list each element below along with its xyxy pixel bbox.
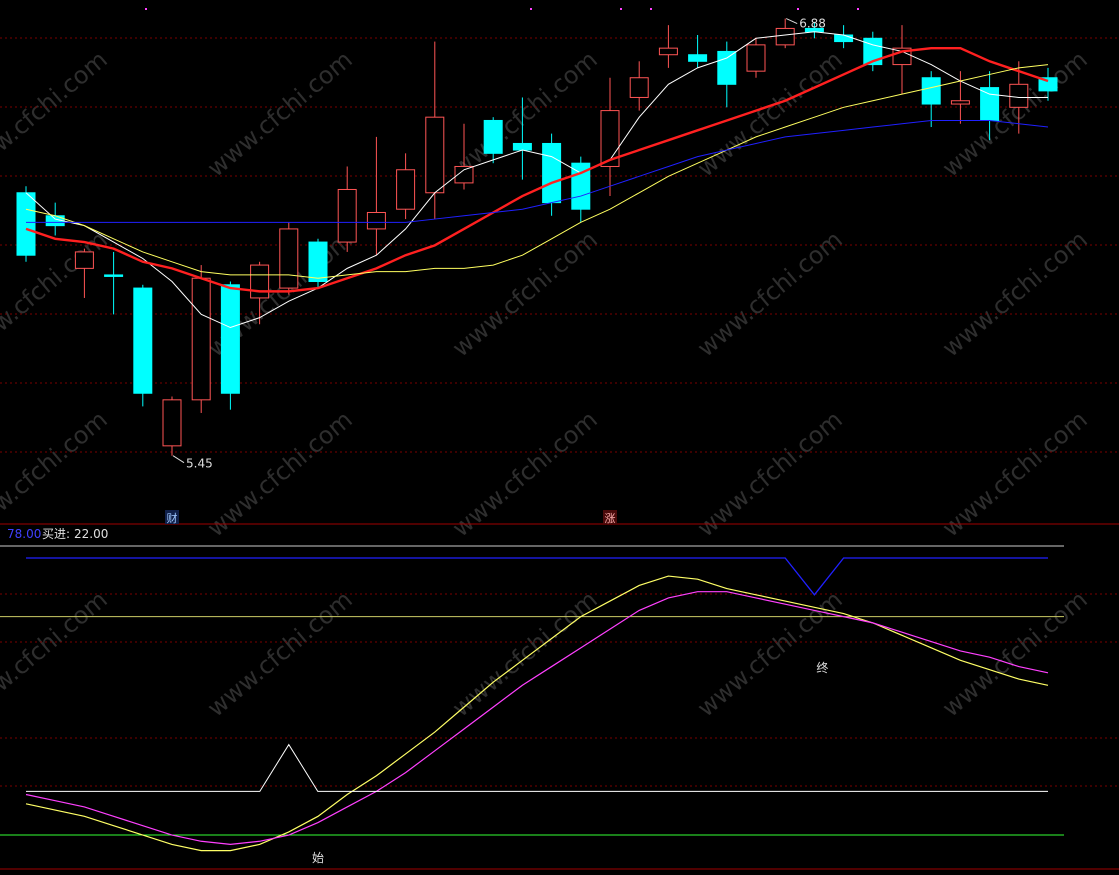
indicator-lines: [25, 557, 1049, 852]
candle-body-up: [950, 100, 970, 105]
candle: [775, 18, 795, 49]
candle: [688, 35, 708, 68]
watermark-text: www.cfchi.com: [447, 225, 603, 362]
candle: [571, 156, 591, 223]
watermark-text: www.cfchi.com: [202, 405, 358, 542]
candle: [629, 61, 649, 111]
ma-line-ma_longest: [26, 119, 1049, 223]
candle: [279, 222, 299, 295]
candle-body-down: [512, 142, 532, 151]
indicator-line-kd_k: [25, 575, 1049, 852]
candle-body-down: [688, 54, 708, 62]
candle: [658, 25, 678, 68]
watermark-text: www.cfchi.com: [447, 405, 603, 542]
watermark-text: www.cfchi.com: [692, 405, 848, 542]
watermark-text: www.cfchi.com: [0, 45, 113, 182]
top-marker-dot: [857, 8, 859, 10]
indicator-header-value: 78.00: [7, 527, 41, 541]
candle-body-down: [980, 87, 1000, 121]
candle: [133, 284, 153, 407]
watermark-text: www.cfchi.com: [0, 585, 113, 722]
candle: [337, 166, 357, 252]
candle-body-up: [1009, 83, 1029, 108]
indicator-header-label: 买进:: [42, 527, 70, 541]
candle-body-up: [629, 77, 649, 98]
watermark-text: www.cfchi.com: [447, 45, 603, 182]
candle-body-up: [396, 169, 416, 210]
low-price-label: 5.45: [186, 457, 213, 471]
candle: [892, 25, 912, 95]
candle-body-up: [366, 211, 386, 230]
candle-body-down: [717, 50, 737, 85]
candle: [104, 251, 124, 315]
end-marker: 终: [816, 660, 828, 675]
candle-body-down: [220, 284, 240, 394]
watermark-text: www.cfchi.com: [692, 585, 848, 722]
watermark-text: www.cfchi.com: [937, 585, 1093, 722]
candle: [191, 265, 211, 413]
candle-body-down: [483, 119, 503, 154]
event-badge-text: 涨: [605, 512, 616, 525]
candle: [921, 71, 941, 128]
candle-body-down: [834, 34, 854, 43]
start-marker: 始: [312, 851, 324, 865]
chart-window: www.cfchi.com www.cfchi.com www.cfchi.com w…: [0, 0, 1119, 871]
candle: [600, 77, 620, 197]
candle-body-up: [279, 228, 299, 289]
low-price-pointer: [172, 455, 185, 464]
watermark-text: www.cfchi.com: [0, 405, 113, 542]
candle-body-up: [337, 188, 357, 243]
candle: [717, 41, 737, 108]
signal-line-buy: [26, 743, 1048, 792]
candle: [16, 186, 36, 262]
watermark-text: www.cfchi.com: [202, 585, 358, 722]
candle-body-down: [104, 274, 124, 277]
kline-chart: www.cfchi.com www.cfchi.com www.cfchi.com w…: [0, 8, 1119, 870]
watermark-text: www.cfchi.com: [202, 45, 358, 182]
candle-body-up: [162, 399, 182, 447]
candle-body-up: [775, 27, 795, 46]
candle: [396, 153, 416, 220]
high-price-label: 6.88: [799, 17, 826, 31]
watermark-text: www.cfchi.com: [937, 405, 1093, 542]
candle-body-down: [133, 287, 153, 394]
candle: [162, 396, 182, 456]
candle: [542, 133, 562, 216]
candle-body-up: [250, 264, 270, 299]
event-badge-text: 财: [167, 511, 178, 525]
candle-body-up: [191, 277, 211, 401]
candle: [746, 38, 766, 78]
top-marker-dot: [650, 8, 652, 10]
watermark-text: www.cfchi.com: [937, 225, 1093, 362]
candle-body-up: [746, 44, 766, 72]
candle-body-up: [658, 47, 678, 56]
top-marker-dot: [530, 8, 532, 10]
candle: [950, 71, 970, 124]
top-marker-dot: [620, 8, 622, 10]
candle-body-up: [74, 251, 94, 269]
indicator-header-number: 22.00: [74, 527, 108, 541]
high-price-pointer: [785, 18, 798, 25]
top-marker-dot: [145, 8, 147, 10]
candle: [220, 281, 240, 410]
candle-body-down: [542, 142, 562, 204]
candle-body-down: [921, 77, 941, 105]
candle: [308, 238, 328, 289]
watermark-text: www.cfchi.com: [692, 225, 848, 362]
signal-line-sell: [26, 557, 1048, 596]
top-marker-dot: [797, 8, 799, 10]
candle: [366, 136, 386, 256]
candle-body-down: [308, 241, 328, 283]
candle-body-up: [425, 116, 445, 194]
candle-body-down: [16, 192, 36, 256]
